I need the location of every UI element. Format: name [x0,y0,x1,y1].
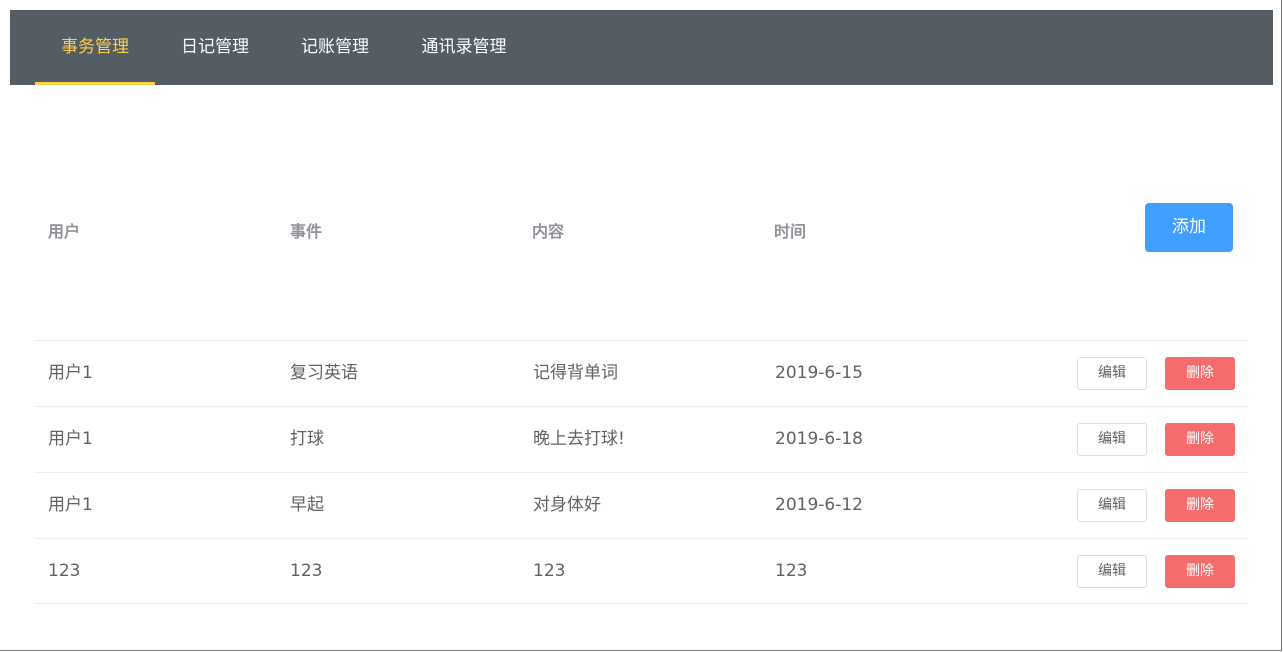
add-button[interactable]: 添加 [1145,203,1233,252]
cell-content: 晚上去打球! [533,429,625,449]
cell-user: 用户1 [48,495,93,515]
cell-time: 123 [775,561,808,581]
cell-time: 2019-6-15 [775,363,863,383]
table-row: 用户1 打球 晚上去打球! 2019-6-18 编辑 删除 [35,406,1248,472]
delete-button[interactable]: 删除 [1165,489,1235,522]
cell-content: 对身体好 [533,495,601,515]
delete-button[interactable]: 删除 [1165,357,1235,390]
edit-button[interactable]: 编辑 [1077,357,1147,390]
table-row: 用户1 复习英语 记得背单词 2019-6-15 编辑 删除 [35,340,1248,406]
column-header-time: 时间 [774,222,807,241]
edit-button[interactable]: 编辑 [1077,423,1147,456]
delete-button[interactable]: 删除 [1165,555,1235,588]
cell-event: 打球 [290,429,324,449]
edit-button[interactable]: 编辑 [1077,555,1147,588]
cell-event: 早起 [290,495,324,515]
edit-button[interactable]: 编辑 [1077,489,1147,522]
nav-item-contacts[interactable]: 通讯录管理 [395,10,533,85]
column-header-event: 事件 [290,222,323,241]
nav-item-diary[interactable]: 日记管理 [155,10,275,85]
nav-item-affairs[interactable]: 事务管理 [35,10,155,85]
nav-item-accounting[interactable]: 记账管理 [275,10,395,85]
cell-user: 用户1 [48,363,93,383]
column-header-user: 用户 [48,222,81,241]
cell-user: 用户1 [48,429,93,449]
delete-button[interactable]: 删除 [1165,423,1235,456]
cell-time: 2019-6-18 [775,429,863,449]
cell-event: 复习英语 [290,363,358,383]
table-row: 用户1 早起 对身体好 2019-6-12 编辑 删除 [35,472,1248,538]
cell-event: 123 [290,561,323,581]
column-header-content: 内容 [532,222,565,241]
top-nav-menu: 事务管理 日记管理 记账管理 通讯录管理 [10,10,1273,85]
cell-content: 123 [533,561,566,581]
table-row: 123 123 123 123 编辑 删除 [35,538,1248,604]
app-window: 事务管理 日记管理 记账管理 通讯录管理 用户 事件 内容 时间 添加 用户1 … [0,0,1282,651]
cell-user: 123 [48,561,81,581]
cell-content: 记得背单词 [533,363,618,383]
cell-time: 2019-6-12 [775,495,863,515]
